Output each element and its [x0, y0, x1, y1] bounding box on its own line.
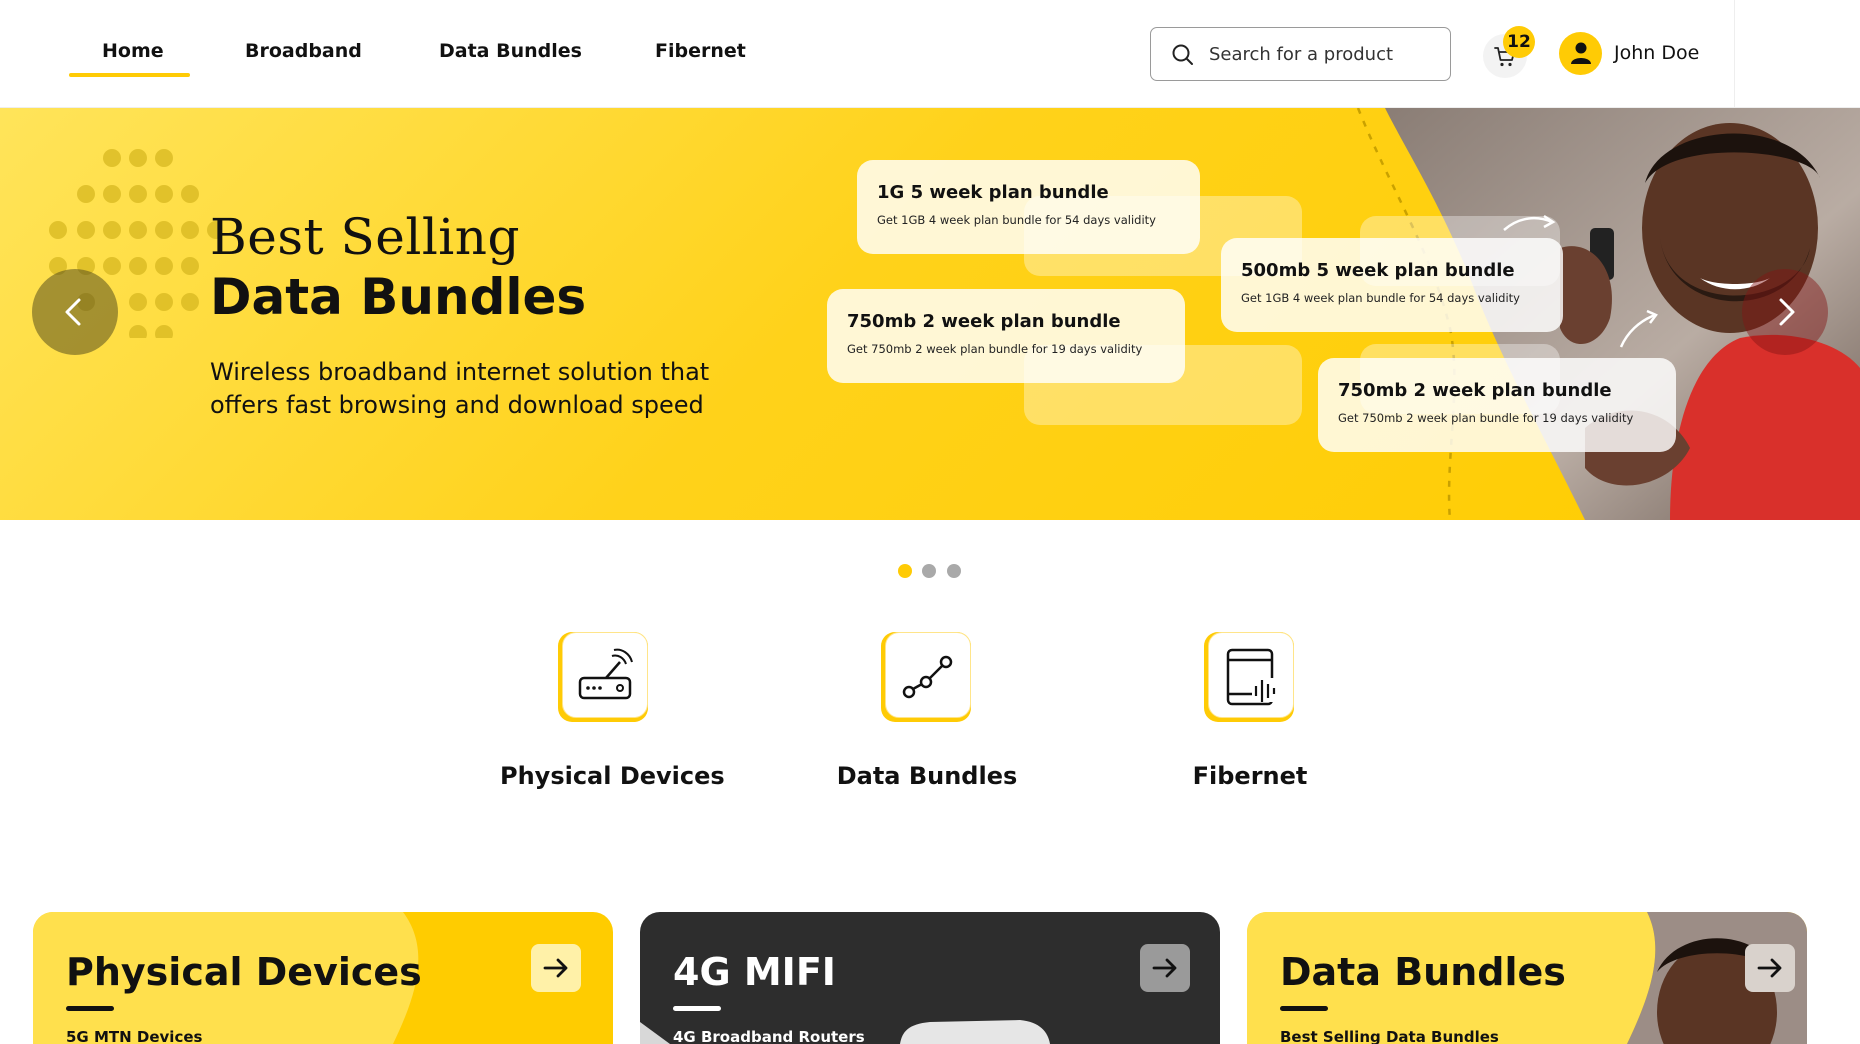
category-label[interactable]: Data Bundles — [832, 762, 1022, 790]
curved-arrow-icon — [1619, 309, 1658, 348]
category-data-bundles[interactable] — [881, 632, 973, 724]
card-subtitle: Best Selling Data Bundles — [1280, 1028, 1499, 1044]
hero-title-line1: Best Selling — [210, 208, 521, 266]
avatar[interactable] — [1559, 32, 1602, 75]
card-title: 4G MIFI — [673, 950, 836, 994]
bundle-title: 1G 5 week plan bundle — [877, 182, 1109, 203]
bundle-subtitle: Get 1GB 4 week plan bundle for 54 days v… — [1241, 291, 1520, 305]
promo-card-data-bundles[interactable]: Data Bundles Best Selling Data Bundles — [1247, 912, 1807, 1044]
chevron-left-icon — [65, 298, 81, 326]
bundle-subtitle: Get 750mb 2 week plan bundle for 19 days… — [1338, 411, 1634, 425]
category-physical-devices[interactable] — [558, 632, 650, 724]
chevron-right-icon — [1779, 298, 1795, 326]
promo-card-physical-devices[interactable]: Physical Devices 5G MTN Devices — [33, 912, 613, 1044]
promo-card-4g-mifi[interactable]: 4G MIFI 4G Broadband Routers — [640, 912, 1220, 1044]
card-title: Physical Devices — [66, 950, 422, 994]
data-bundle-icon — [902, 655, 953, 699]
category-fibernet[interactable] — [1204, 632, 1296, 724]
card-title: Data Bundles — [1280, 950, 1566, 994]
bundle-title: 750mb 2 week plan bundle — [1338, 380, 1612, 401]
nav-fibernet[interactable]: Fibernet — [655, 40, 746, 62]
carousel-dot[interactable] — [947, 564, 961, 578]
card-arrow-button[interactable] — [1745, 944, 1795, 992]
bundle-card[interactable]: 1G 5 week plan bundle Get 1GB 4 week pla… — [857, 160, 1200, 254]
bundle-card[interactable]: 500mb 5 week plan bundle Get 1GB 4 week … — [1221, 238, 1563, 332]
router-icon — [578, 648, 633, 700]
arrow-right-icon — [1757, 958, 1782, 978]
nav-data-bundles[interactable]: Data Bundles — [439, 40, 582, 62]
user-name[interactable]: John Doe — [1614, 42, 1699, 64]
card-underline — [673, 1006, 721, 1011]
bundle-title: 750mb 2 week plan bundle — [847, 311, 1121, 332]
hero-title-line2: Data Bundles — [210, 268, 587, 326]
bundle-title: 500mb 5 week plan bundle — [1241, 260, 1515, 281]
hero-description: Wireless broadband internet solution tha… — [210, 358, 710, 419]
card-arrow-button[interactable] — [1140, 944, 1190, 992]
card-subtitle: 5G MTN Devices — [66, 1028, 203, 1044]
fibernet-icon — [1226, 648, 1278, 706]
nav-broadband[interactable]: Broadband — [245, 40, 362, 62]
bundle-card[interactable]: 750mb 2 week plan bundle Get 750mb 2 wee… — [1318, 358, 1676, 452]
nav-active-indicator — [69, 73, 190, 77]
carousel-dot[interactable] — [898, 564, 912, 578]
category-label[interactable]: Fibernet — [1160, 762, 1340, 790]
nav-home[interactable]: Home — [102, 40, 164, 62]
carousel-next-button[interactable] — [1742, 269, 1828, 355]
carousel-dot[interactable] — [922, 564, 936, 578]
header-divider — [1734, 0, 1735, 108]
category-label[interactable]: Physical Devices — [500, 762, 725, 790]
search-icon — [1172, 44, 1193, 65]
bundle-card[interactable]: 750mb 2 week plan bundle Get 750mb 2 wee… — [827, 289, 1185, 383]
cart-count-badge: 12 — [1503, 26, 1535, 58]
arrow-right-icon — [543, 958, 568, 978]
card-arrow-button[interactable] — [531, 944, 581, 992]
search-input[interactable] — [1209, 40, 1439, 68]
bundle-subtitle: Get 1GB 4 week plan bundle for 54 days v… — [877, 213, 1156, 227]
card-subtitle: 4G Broadband Routers — [673, 1028, 865, 1044]
card-underline — [1280, 1006, 1328, 1011]
search-box[interactable] — [1150, 27, 1451, 81]
curved-arrow-icon — [1503, 214, 1556, 231]
card-underline — [66, 1006, 114, 1011]
user-icon — [1571, 42, 1591, 64]
hero-banner: Best Selling Data Bundles Wireless broad… — [0, 108, 1860, 520]
top-header: Home Broadband Data Bundles Fibernet 12 … — [0, 0, 1860, 108]
arrow-right-icon — [1152, 958, 1177, 978]
bundle-subtitle: Get 750mb 2 week plan bundle for 19 days… — [847, 342, 1143, 356]
carousel-prev-button[interactable] — [32, 269, 118, 355]
